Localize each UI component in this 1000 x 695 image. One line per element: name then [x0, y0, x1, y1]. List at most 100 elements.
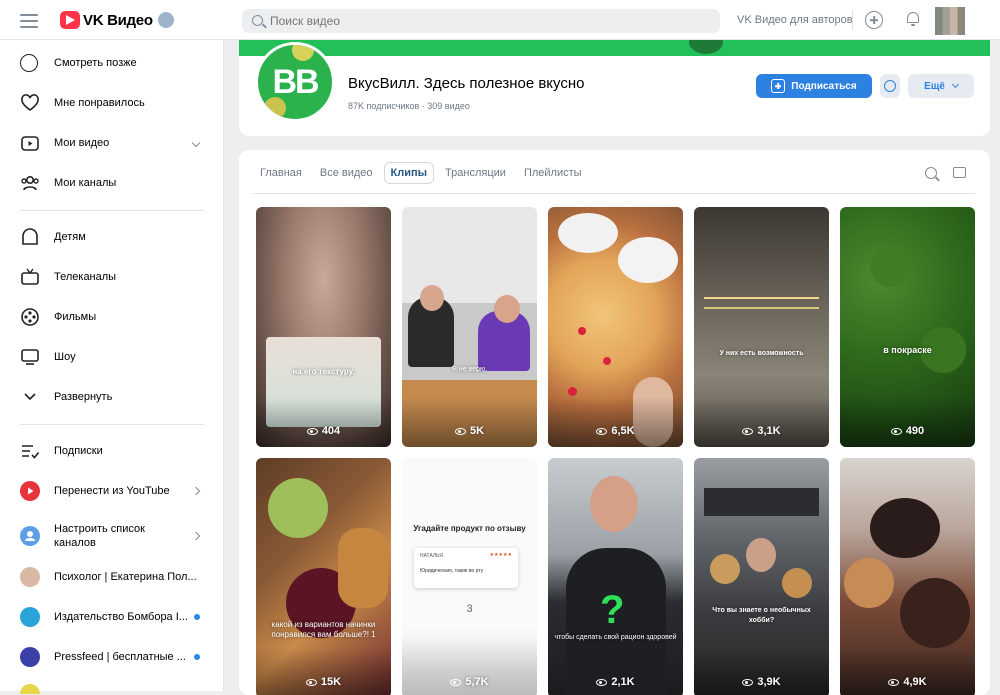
eye-icon: [306, 427, 318, 435]
sidebar-item-my-channels[interactable]: Мои каналы: [0, 163, 224, 203]
tab-clips[interactable]: Клипы: [383, 162, 435, 184]
clip-views: 404: [256, 425, 391, 437]
channel-banner: [239, 40, 990, 56]
chevron-right-icon: [191, 531, 201, 541]
new-content-dot: [194, 654, 200, 660]
clip-caption: на его текстуру.: [292, 367, 355, 376]
clip-views: 3,1K: [694, 425, 829, 437]
sidebar-item-liked[interactable]: Мне понравилось: [0, 83, 224, 123]
view-count: 490: [905, 425, 925, 437]
tab-all-videos[interactable]: Все видео: [313, 162, 380, 184]
clip-card[interactable]: в покраске 490: [840, 207, 975, 447]
sidebar-item-channel-bombora[interactable]: Издательство Бомбора I...: [0, 597, 224, 637]
user-avatar[interactable]: [935, 7, 965, 35]
sidebar-item-label: Подписки: [54, 445, 103, 457]
clip-caption: в покраске: [883, 345, 932, 355]
search-icon: [252, 15, 263, 26]
chevron-right-icon: [191, 486, 201, 496]
sidebar-item-my-videos[interactable]: Мои видео: [0, 123, 224, 163]
clip-card[interactable]: на его текстуру. 404: [256, 207, 391, 447]
sidebar-item-channel-pressfeed[interactable]: Pressfeed | бесплатные ...: [0, 637, 224, 677]
view-count: 404: [321, 425, 341, 437]
channel-avatar: [20, 647, 40, 667]
share-button[interactable]: [880, 74, 900, 98]
vk-video-logo[interactable]: VK Видео: [60, 11, 174, 29]
clip-caption: Угадайте продукт по отзыву: [413, 524, 526, 533]
sidebar-item-watch-later[interactable]: Смотреть позже: [0, 43, 224, 83]
clip-card[interactable]: Я не верю. 5K: [402, 207, 537, 447]
menu-icon[interactable]: [20, 12, 38, 28]
eye-icon: [596, 678, 608, 686]
tab-main[interactable]: Главная: [253, 162, 309, 184]
tab-playlists[interactable]: Плейлисты: [517, 162, 589, 184]
channel-meta: 87K подписчиков · 309 видео: [348, 101, 470, 111]
sidebar-item-show[interactable]: Шоу: [0, 337, 224, 377]
clip-card[interactable]: Угадайте продукт по отзыву НАТАЛЬЯ ★★★★★…: [402, 458, 537, 695]
sidebar-item-kids[interactable]: Детям: [0, 217, 224, 257]
subscribe-button[interactable]: Подписаться: [756, 74, 872, 98]
sidebar-item-import-youtube[interactable]: Перенести из YouTube: [0, 471, 224, 511]
sidebar-item-tv-channels[interactable]: Телеканалы: [0, 257, 224, 297]
sidebar-item-expand[interactable]: Развернуть: [0, 377, 224, 417]
clip-card[interactable]: 6,5K: [548, 207, 683, 447]
youtube-icon: [20, 481, 40, 501]
logo-text: VK Видео: [83, 11, 153, 29]
sidebar-item-label: Телеканалы: [54, 271, 117, 283]
sidebar-item-channel-psychologist[interactable]: Психолог | Екатерина Пол...: [0, 557, 224, 597]
more-button[interactable]: Ещё: [908, 74, 974, 98]
chevron-down-icon[interactable]: [191, 138, 201, 148]
for-authors-link[interactable]: VK Видео для авторов: [737, 14, 853, 26]
question-mark-icon: ?: [600, 588, 625, 632]
subscribe-label: Подписаться: [791, 80, 857, 92]
eye-icon: [890, 427, 902, 435]
channel-avatar[interactable]: BB: [255, 42, 335, 122]
sidebar-item-label: Психолог | Екатерина Пол...: [54, 571, 197, 583]
clip-card[interactable]: ? чтобы сделать свой рацион здоровей 2,1…: [548, 458, 683, 695]
clip-caption: Что вы знаете о необычных хобби?: [712, 607, 811, 624]
chevron-down-icon: [951, 80, 959, 89]
eye-icon: [742, 427, 754, 435]
clip-card[interactable]: Что вы знаете о необычных хобби? 3,9K: [694, 458, 829, 695]
clip-card[interactable]: 4,9K: [840, 458, 975, 695]
clip-views: 4,9K: [840, 676, 975, 688]
monitor-icon: [20, 347, 40, 367]
clip-number: 3: [466, 603, 473, 615]
search-input[interactable]: [270, 9, 700, 33]
view-count: 5,7K: [465, 676, 489, 688]
astronaut-icon: [157, 12, 174, 28]
sidebar-item-label: Перенести из YouTube: [54, 485, 170, 497]
search-icon[interactable]: [925, 167, 937, 179]
tab-streams[interactable]: Трансляции: [438, 162, 513, 184]
search-bar[interactable]: [242, 9, 720, 33]
clip-views: 2,1K: [548, 676, 683, 688]
sidebar-item-label: Смотреть позже: [54, 57, 137, 69]
channel-header: BB ВкусВилл. Здесь полезное вкусно 87K п…: [239, 40, 990, 136]
heart-icon: [20, 93, 40, 113]
people-icon: [20, 173, 40, 193]
eye-icon: [450, 678, 462, 686]
sidebar-item-label: Развернуть: [54, 391, 113, 403]
notifications-bell-icon[interactable]: [906, 11, 920, 26]
view-count: 3,9K: [757, 676, 781, 688]
sidebar-item-subscriptions[interactable]: Подписки: [0, 431, 224, 471]
add-video-icon[interactable]: [865, 11, 883, 29]
view-count: 15K: [320, 676, 342, 688]
sidebar-item-films[interactable]: Фильмы: [0, 297, 224, 337]
channel-title: ВкусВилл. Здесь полезное вкусно: [348, 75, 585, 92]
list-check-icon: [20, 441, 40, 461]
clip-views: 15K: [256, 676, 391, 688]
chat-icon[interactable]: [953, 167, 966, 178]
review-name: НАТАЛЬЯ: [420, 553, 443, 559]
channel-avatar: [20, 607, 40, 627]
sidebar-item-configure-channels[interactable]: Настроить список каналов: [0, 514, 224, 558]
view-count: 3,1K: [757, 425, 781, 437]
clip-views: 5K: [402, 425, 537, 437]
sidebar-item-label: Pressfeed | бесплатные ...: [54, 651, 186, 663]
sidebar: Смотреть позже Мне понравилось Мои видео…: [0, 40, 224, 694]
sidebar-item-label: Издательство Бомбора I...: [54, 611, 188, 623]
eye-icon: [305, 678, 317, 686]
clip-card[interactable]: какой из вариантов начинки понравился ва…: [256, 458, 391, 695]
sidebar-item-label: Детям: [54, 231, 86, 243]
sidebar-item-label: Настроить список каналов: [54, 523, 145, 549]
clip-card[interactable]: У них есть возможность 3,1K: [694, 207, 829, 447]
